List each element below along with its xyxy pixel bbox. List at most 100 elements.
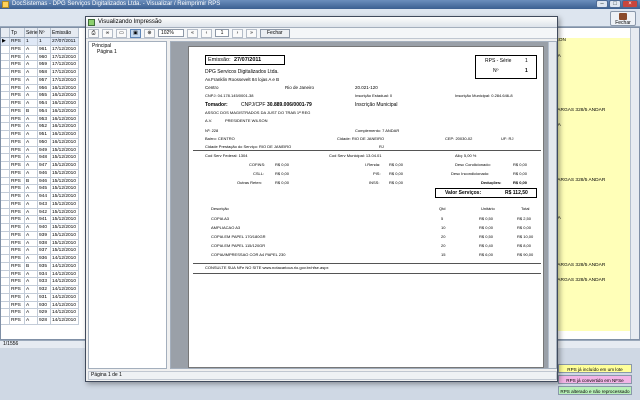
row-marker <box>1 270 10 278</box>
table-row[interactable]: RPS A 937 15/12/2010 <box>1 247 79 255</box>
cell-num: 943 <box>38 200 51 208</box>
table-row[interactable]: RPS A 931 14/12/2010 <box>1 293 79 302</box>
last-page-icon[interactable]: » <box>246 28 257 38</box>
cell-tp: RPS <box>10 286 25 293</box>
table-row[interactable]: RPS B 935 14/12/2010 <box>1 262 79 271</box>
table-row[interactable]: RPS A 943 15/12/2010 <box>1 200 79 209</box>
table-row[interactable]: RPS A 949 15/12/2010 <box>1 146 79 155</box>
preview-area[interactable]: Emissão: 27/07/2011 RPS - Série 1 Nº 1 D… <box>170 41 557 369</box>
next-page-icon[interactable]: › <box>232 28 243 38</box>
dialog-status: Página 1 de 1 <box>88 371 557 380</box>
table-row[interactable]: ▶ RPS 1 1 27/07/2011 <box>1 38 79 46</box>
table-row[interactable]: RPS A 958 17/12/2010 <box>1 69 79 77</box>
header-emissao[interactable]: Emissão <box>51 28 79 37</box>
table-row[interactable]: RPS A 953 16/12/2010 <box>1 115 79 124</box>
table-row[interactable]: RPS A 942 15/12/2010 <box>1 208 79 217</box>
prev-page-icon[interactable]: ‹ <box>201 28 212 38</box>
binoculars-icon[interactable]: ∞ <box>102 28 113 38</box>
table-row[interactable]: RPS B 946 15/12/2010 <box>1 177 79 186</box>
table-row[interactable]: RPS A 929 14/12/2010 <box>1 309 79 317</box>
item-desc: COPIA EM PAPEL 170/180GR <box>211 234 266 239</box>
table-row[interactable]: RPS A 932 14/12/2010 <box>1 286 79 294</box>
item-qtd: 20 <box>441 234 446 239</box>
cell-serie: A <box>25 208 38 216</box>
table-row[interactable]: RPS A 961 17/12/2010 <box>1 45 79 54</box>
header-tp[interactable]: Tp <box>10 28 25 37</box>
minimize-icon[interactable]: – <box>596 0 608 8</box>
cell-num: 928 <box>38 317 51 324</box>
table-row[interactable]: RPS A 950 16/12/2010 <box>1 138 79 147</box>
cell-tp: RPS <box>10 317 25 324</box>
cell-serie: A <box>25 231 38 239</box>
zoom-in-icon[interactable]: ⊕ <box>144 28 155 38</box>
first-page-icon[interactable]: « <box>187 28 198 38</box>
table-row[interactable]: RPS A 946 15/12/2010 <box>1 169 79 178</box>
table-row[interactable]: RPS A 954 16/12/2010 <box>1 100 79 108</box>
cell-tp: RPS <box>10 200 25 208</box>
cell-serie: A <box>25 100 38 107</box>
table-row[interactable]: RPS A 955 16/12/2010 <box>1 92 79 100</box>
table-row[interactable]: RPS A 947 15/12/2010 <box>1 162 79 170</box>
page-width-icon[interactable]: ▭ <box>116 28 127 38</box>
table-row[interactable]: RPS A 930 14/12/2010 <box>1 301 79 310</box>
zoom-combo[interactable]: 102% <box>158 29 184 37</box>
cell-serie: A <box>25 138 38 146</box>
table-row[interactable]: RPS A 938 15/12/2010 <box>1 239 79 248</box>
dialog-close-button[interactable]: Fechar <box>260 28 290 38</box>
cell-serie: B <box>25 107 38 115</box>
page-number-input[interactable]: 1 <box>215 29 229 37</box>
table-row[interactable]: RPS A 959 17/12/2010 <box>1 61 79 69</box>
table-row[interactable]: RPS A 960 17/12/2010 <box>1 53 79 62</box>
table-row[interactable]: RPS A 945 15/12/2010 <box>1 185 79 193</box>
row-marker <box>1 255 10 262</box>
table-row[interactable]: RPS B 954 16/12/2010 <box>1 107 79 116</box>
csll-value: R$ 0,00 <box>275 171 290 176</box>
row-marker <box>1 123 10 130</box>
item-qtd: 10 <box>441 225 446 230</box>
print-icon[interactable]: ⎙ <box>88 28 99 38</box>
cell-serie: A <box>25 146 38 154</box>
table-row[interactable]: RPS A 936 14/12/2010 <box>1 255 79 263</box>
table-row[interactable]: RPS A 941 15/12/2010 <box>1 216 79 224</box>
header-num[interactable]: Nº <box>38 28 51 37</box>
tree-page-1[interactable]: Página 1 <box>92 49 163 55</box>
cell-num: 936 <box>38 255 51 262</box>
cell-emissao: 15/12/2010 <box>51 146 79 154</box>
table-row[interactable]: RPS A 956 16/12/2010 <box>1 84 79 93</box>
table-row[interactable]: RPS A 940 15/12/2010 <box>1 224 79 232</box>
row-marker <box>1 239 10 247</box>
table-row[interactable]: RPS A 957 17/12/2010 <box>1 76 79 85</box>
table-row[interactable]: RPS A 934 14/12/2010 <box>1 270 79 279</box>
outras-value: R$ 0,00 <box>275 180 290 185</box>
grid-scrollbar[interactable] <box>630 28 639 339</box>
cell-tp: RPS <box>10 53 25 61</box>
close-icon[interactable]: × <box>622 0 638 8</box>
preview-scrollbar[interactable] <box>548 42 556 368</box>
company-ie: Inscrição Estadual: 0 <box>355 93 393 98</box>
preview-icon <box>88 19 95 26</box>
table-row[interactable]: RPS A 948 15/12/2010 <box>1 154 79 162</box>
header-serie[interactable]: Série <box>25 28 38 37</box>
maximize-icon[interactable]: □ <box>609 0 621 8</box>
table-row[interactable]: RPS A 951 16/12/2010 <box>1 131 79 139</box>
table-row[interactable]: RPS A 939 15/12/2010 <box>1 231 79 240</box>
table-row[interactable]: RPS A 928 14/12/2010 <box>1 317 79 325</box>
table-row[interactable]: RPS A 933 14/12/2010 <box>1 278 79 286</box>
row-marker <box>1 131 10 138</box>
item-unit: R$ 0,00 <box>479 225 494 230</box>
cell-emissao: 16/12/2010 <box>51 92 79 99</box>
desc-incond-label: Desc Incondicionado: <box>451 171 490 176</box>
close-button[interactable]: Fechar <box>610 11 636 26</box>
whole-page-icon[interactable]: ▣ <box>130 28 141 38</box>
cell-emissao: 15/12/2010 <box>51 231 79 239</box>
cell-tp: RPS <box>10 162 25 169</box>
cell-num: 933 <box>38 278 51 285</box>
item-unit: R$ 0,50 <box>479 216 494 221</box>
cell-emissao: 17/12/2010 <box>51 61 79 68</box>
table-row[interactable]: RPS A 952 16/12/2010 <box>1 123 79 131</box>
cell-num: 935 <box>38 262 51 270</box>
table-row[interactable]: RPS A 944 15/12/2010 <box>1 193 79 201</box>
inss-value: R$ 0,00 <box>389 180 404 185</box>
cell-tp: RPS <box>10 231 25 239</box>
invoice-page: Emissão: 27/07/2011 RPS - Série 1 Nº 1 D… <box>188 46 544 368</box>
